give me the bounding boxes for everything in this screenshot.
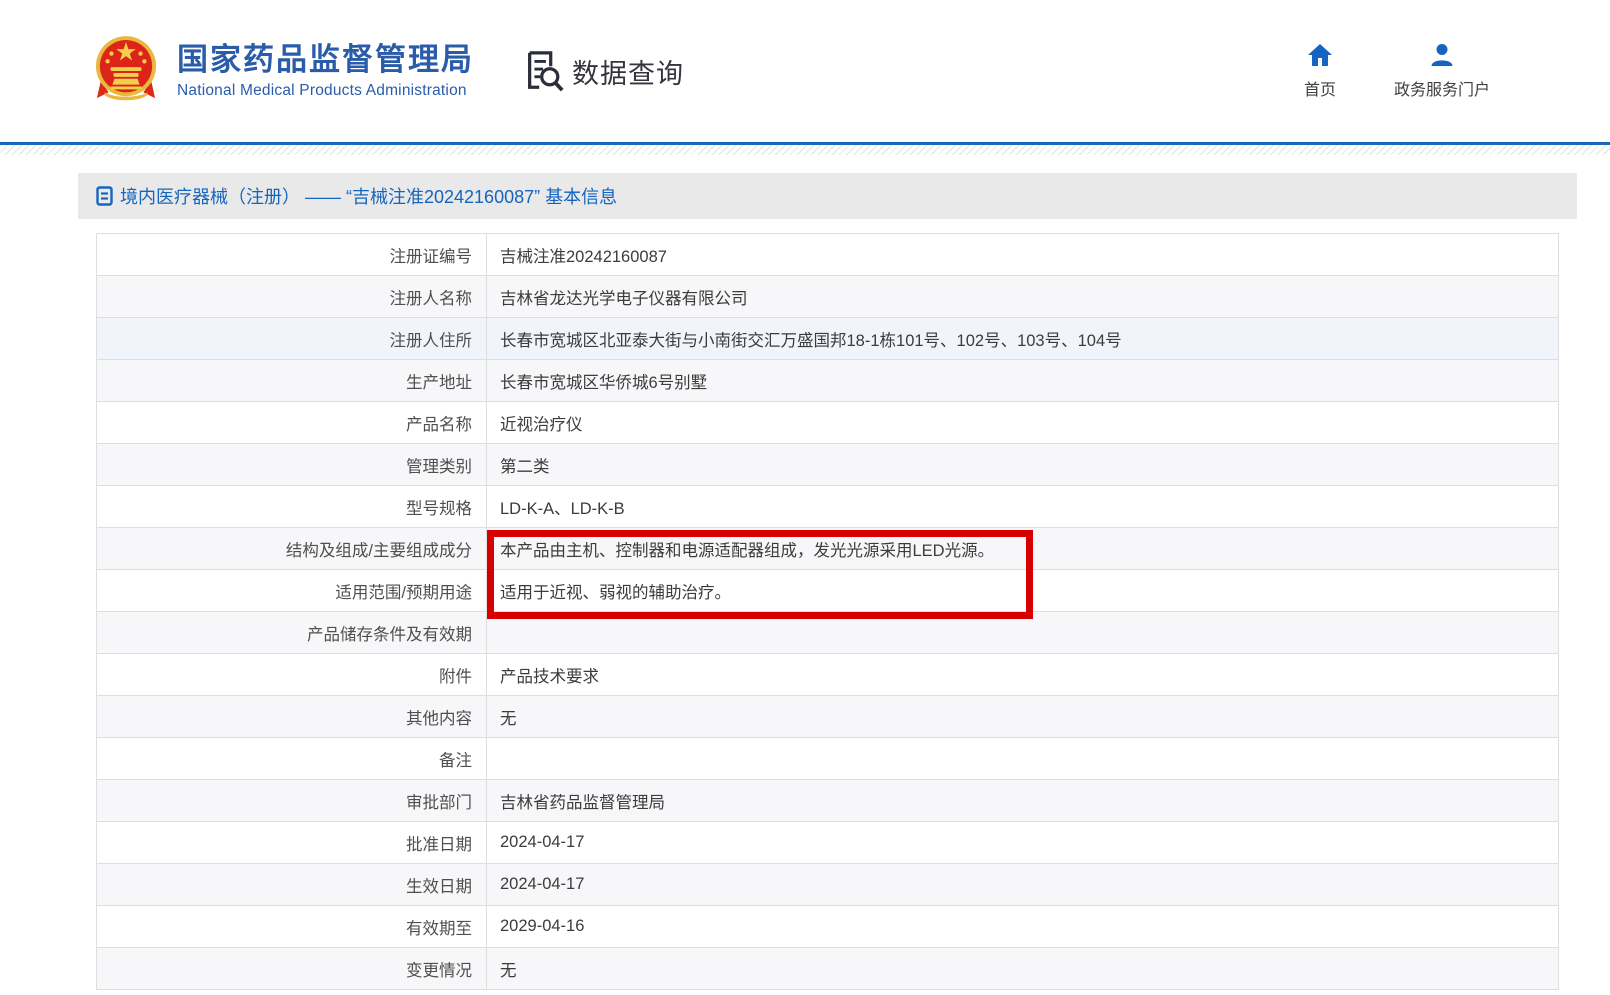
site-logo[interactable]: 国家药品监督管理局 National Medical Products Admi… bbox=[95, 34, 474, 108]
table-row: 其他内容无 bbox=[97, 696, 1559, 738]
table-row: 审批部门吉林省药品监督管理局 bbox=[97, 780, 1559, 822]
row-label: 注册人住所 bbox=[97, 318, 487, 360]
row-value: 2024-04-17 bbox=[487, 822, 1559, 864]
row-label: 生产地址 bbox=[97, 360, 487, 402]
row-value bbox=[487, 612, 1559, 654]
card-title-bar: 境内医疗器械（注册） —— “吉械注准20242160087” 基本信息 bbox=[78, 173, 1577, 219]
content-card: 境内医疗器械（注册） —— “吉械注准20242160087” 基本信息 注册证… bbox=[78, 173, 1577, 990]
row-label: 管理类别 bbox=[97, 444, 487, 486]
row-value: 产品技术要求 bbox=[487, 654, 1559, 696]
row-label: 有效期至 bbox=[97, 906, 487, 948]
table-row: 附件产品技术要求 bbox=[97, 654, 1559, 696]
row-value: 吉林省药品监督管理局 bbox=[487, 780, 1559, 822]
table-row: 生产地址长春市宽城区华侨城6号别墅 bbox=[97, 360, 1559, 402]
table-row: 注册人名称吉林省龙达光学电子仪器有限公司 bbox=[97, 276, 1559, 318]
hatch-divider bbox=[0, 145, 1610, 155]
card-body: 注册证编号吉械注准20242160087注册人名称吉林省龙达光学电子仪器有限公司… bbox=[78, 219, 1577, 990]
home-icon bbox=[1307, 42, 1333, 68]
row-value: 吉林省龙达光学电子仪器有限公司 bbox=[487, 276, 1559, 318]
org-names: 国家药品监督管理局 National Medical Products Admi… bbox=[177, 42, 474, 100]
row-value: 无 bbox=[487, 696, 1559, 738]
table-row: 注册人住所长春市宽城区北亚泰大街与小南街交汇万盛国邦18-1栋101号、102号… bbox=[97, 318, 1559, 360]
nav-item-home[interactable]: 首页 bbox=[1304, 42, 1336, 100]
table-row: 产品名称近视治疗仪 bbox=[97, 402, 1559, 444]
row-label: 审批部门 bbox=[97, 780, 487, 822]
row-label: 批准日期 bbox=[97, 822, 487, 864]
page-title: 境内医疗器械（注册） —— “吉械注准20242160087” 基本信息 bbox=[120, 183, 617, 209]
row-label: 附件 bbox=[97, 654, 487, 696]
org-name-cn: 国家药品监督管理局 bbox=[177, 42, 474, 78]
table-row: 结构及组成/主要组成成分本产品由主机、控制器和电源适配器组成，发光光源采用LED… bbox=[97, 528, 1559, 570]
info-table-body: 注册证编号吉械注准20242160087注册人名称吉林省龙达光学电子仪器有限公司… bbox=[97, 234, 1559, 990]
registration-table-wrap: 注册证编号吉械注准20242160087注册人名称吉林省龙达光学电子仪器有限公司… bbox=[96, 233, 1559, 990]
table-row: 型号规格LD-K-A、LD-K-B bbox=[97, 486, 1559, 528]
nav-label: 首页 bbox=[1304, 76, 1336, 100]
row-value: LD-K-A、LD-K-B bbox=[487, 486, 1559, 528]
data-query-label: 数据查询 bbox=[572, 52, 684, 91]
table-row: 适用范围/预期用途适用于近视、弱视的辅助治疗。 bbox=[97, 570, 1559, 612]
user-icon bbox=[1429, 42, 1455, 68]
row-value: 长春市宽城区北亚泰大街与小南街交汇万盛国邦18-1栋101号、102号、103号… bbox=[487, 318, 1559, 360]
table-row: 管理类别第二类 bbox=[97, 444, 1559, 486]
row-value bbox=[487, 738, 1559, 780]
row-label: 产品储存条件及有效期 bbox=[97, 612, 487, 654]
row-value: 第二类 bbox=[487, 444, 1559, 486]
document-search-icon bbox=[522, 49, 566, 93]
row-value: 长春市宽城区华侨城6号别墅 bbox=[487, 360, 1559, 402]
site-header: 国家药品监督管理局 National Medical Products Admi… bbox=[0, 0, 1610, 142]
row-label: 产品名称 bbox=[97, 402, 487, 444]
org-name-en: National Medical Products Administration bbox=[177, 82, 474, 100]
row-label: 其他内容 bbox=[97, 696, 487, 738]
row-value: 2029-04-16 bbox=[487, 906, 1559, 948]
table-row: 备注 bbox=[97, 738, 1559, 780]
registration-info-table: 注册证编号吉械注准20242160087注册人名称吉林省龙达光学电子仪器有限公司… bbox=[96, 233, 1559, 990]
row-value: 吉械注准20242160087 bbox=[487, 234, 1559, 276]
row-label: 备注 bbox=[97, 738, 487, 780]
row-label: 结构及组成/主要组成成分 bbox=[97, 528, 487, 570]
table-row: 变更情况无 bbox=[97, 948, 1559, 990]
row-label: 适用范围/预期用途 bbox=[97, 570, 487, 612]
data-query-section[interactable]: 数据查询 bbox=[522, 49, 684, 93]
page-doc-icon bbox=[96, 186, 113, 206]
table-row: 有效期至2029-04-16 bbox=[97, 906, 1559, 948]
header-nav: 首页 政务服务门户 bbox=[1304, 42, 1490, 100]
row-value: 本产品由主机、控制器和电源适配器组成，发光光源采用LED光源。 bbox=[487, 528, 1559, 570]
row-value: 无 bbox=[487, 948, 1559, 990]
row-label: 生效日期 bbox=[97, 864, 487, 906]
row-label: 型号规格 bbox=[97, 486, 487, 528]
table-row: 批准日期2024-04-17 bbox=[97, 822, 1559, 864]
row-value: 近视治疗仪 bbox=[487, 402, 1559, 444]
row-label: 注册证编号 bbox=[97, 234, 487, 276]
table-row: 产品储存条件及有效期 bbox=[97, 612, 1559, 654]
national-emblem-icon bbox=[95, 34, 157, 108]
nav-label: 政务服务门户 bbox=[1394, 76, 1490, 100]
row-value: 适用于近视、弱视的辅助治疗。 bbox=[487, 570, 1559, 612]
row-label: 注册人名称 bbox=[97, 276, 487, 318]
table-row: 注册证编号吉械注准20242160087 bbox=[97, 234, 1559, 276]
row-label: 变更情况 bbox=[97, 948, 487, 990]
nav-item-portal[interactable]: 政务服务门户 bbox=[1394, 42, 1490, 100]
row-value: 2024-04-17 bbox=[487, 864, 1559, 906]
table-row: 生效日期2024-04-17 bbox=[97, 864, 1559, 906]
